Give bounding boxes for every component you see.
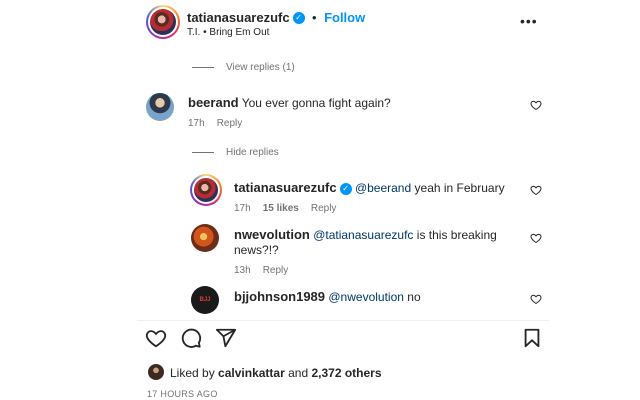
hide-replies-button[interactable]: Hide replies (192, 147, 279, 158)
liked-by-user[interactable]: calvinkattar (218, 366, 285, 380)
comment-meta: 13h Reply (234, 265, 300, 276)
comment-time: 17h (188, 118, 205, 129)
author-avatar[interactable] (146, 5, 180, 39)
bookmark-icon[interactable] (521, 327, 543, 349)
avatar-logo-text: BJJ (199, 297, 211, 303)
author-username[interactable]: tatianasuarezufc (187, 10, 290, 25)
mention-link[interactable]: @tatianasuarezufc (313, 228, 413, 242)
heart-icon[interactable] (530, 232, 542, 244)
avatar[interactable] (191, 224, 219, 252)
comment-time: 17h (234, 203, 251, 214)
share-icon[interactable] (215, 327, 237, 349)
liked-by-and: and (288, 366, 309, 380)
comment-body: yeah in February (414, 181, 505, 195)
liked-by-prefix: Liked by (170, 366, 215, 380)
comment-username[interactable]: bjjohnson1989 (234, 289, 325, 304)
view-replies-button[interactable]: View replies (1) (192, 62, 295, 73)
comment-tatiana: tatianasuarezufc ✓ @beerand yeah in Febru… (234, 180, 505, 195)
comment-body: no (407, 290, 421, 304)
comment-body-continued: news?!? (234, 243, 279, 257)
comment-icon[interactable] (180, 327, 202, 349)
comment-likes[interactable]: 15 likes (263, 203, 299, 214)
comment-time: 13h (234, 265, 251, 276)
heart-icon[interactable] (530, 184, 542, 196)
heart-icon[interactable] (530, 293, 542, 305)
avatar[interactable]: BJJ (191, 286, 219, 314)
post-header: tatianasuarezufc ✓ • Follow T.I. • Bring … (0, 0, 640, 50)
view-replies-label: View replies (1) (226, 62, 295, 73)
comment-body: is this breaking (416, 228, 497, 242)
audio-track[interactable]: T.I. • Bring Em Out (187, 27, 269, 38)
heart-icon[interactable] (145, 327, 167, 349)
comment-body: You ever gonna fight again? (241, 96, 391, 110)
heart-icon[interactable] (530, 99, 542, 111)
reply-button[interactable]: Reply (311, 203, 337, 214)
reply-button[interactable]: Reply (263, 265, 289, 276)
separator-dot: • (312, 10, 317, 25)
comment-username[interactable]: tatianasuarezufc (234, 180, 337, 195)
hide-replies-label: Hide replies (226, 147, 279, 158)
follow-button[interactable]: Follow (324, 10, 365, 25)
thread-line (192, 66, 214, 68)
verified-badge-icon: ✓ (292, 11, 305, 24)
liked-by-others[interactable]: 2,372 others (311, 366, 381, 380)
comment-beerand: beerand You ever gonna fight again? (188, 95, 391, 110)
comment-meta: 17h Reply (188, 118, 254, 129)
reply-button[interactable]: Reply (217, 118, 243, 129)
mention-link[interactable]: @beerand (355, 181, 411, 195)
comment-meta: 17h 15 likes Reply (234, 203, 348, 214)
author-line: tatianasuarezufc ✓ • Follow (187, 9, 365, 27)
comment-bjjohnson: bjjohnson1989 @nwevolution no (234, 289, 421, 304)
actions-divider (137, 320, 549, 321)
liker-avatar[interactable] (148, 364, 164, 380)
comment-username[interactable]: nwevolution (234, 227, 310, 242)
mention-link[interactable]: @nwevolution (328, 290, 404, 304)
comment-nwevolution: nwevolution @tatianasuarezufc is this br… (234, 227, 497, 242)
verified-badge-icon: ✓ (339, 182, 352, 195)
comment-username[interactable]: beerand (188, 95, 239, 110)
more-horizontal-icon[interactable]: ••• (520, 14, 537, 28)
thread-line (192, 151, 214, 153)
avatar[interactable] (146, 93, 174, 121)
avatar[interactable] (190, 174, 222, 206)
liked-by-summary: Liked by calvinkattar and 2,372 others (170, 366, 382, 380)
post-timestamp[interactable]: 17 HOURS AGO (147, 389, 218, 399)
